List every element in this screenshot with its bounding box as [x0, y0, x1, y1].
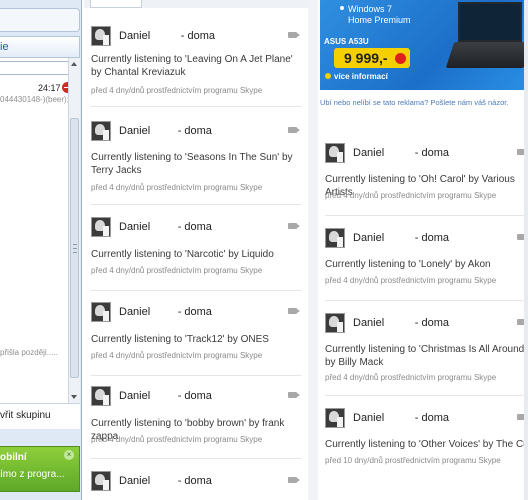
post-author[interactable]: Daniel - doma [353, 232, 449, 244]
profile-photo-icon[interactable] [325, 228, 345, 248]
post-meta: před 4 dny/dnů prostřednictvím programu … [325, 373, 497, 382]
sidebar-top-box[interactable] [0, 8, 80, 32]
post-divider [91, 375, 301, 376]
contact-search-input[interactable] [0, 61, 78, 75]
post-divider [91, 290, 301, 291]
feed-column-left: Daniel - doma Currently listening to 'Le… [84, 0, 308, 500]
video-camera-icon[interactable] [288, 308, 300, 314]
scroll-down-icon[interactable] [71, 395, 77, 399]
scroll-up-icon[interactable] [71, 62, 77, 66]
ad-feedback-link[interactable]: Ubí nebo nelíbí se tato reklama? Pošlete… [320, 98, 508, 107]
post-author[interactable]: Daniel - doma [353, 317, 449, 329]
page-scrollbar[interactable] [524, 0, 528, 500]
post-text: Currently listening to 'Lonely' by Akon [325, 259, 491, 270]
post-meta: před 4 dny/dnů prostřednictvím programu … [325, 276, 497, 285]
post-meta: před 10 dny/dnů prostřednictvím programu… [325, 456, 501, 465]
contact-list: 24:17 044430148-)(beer); přišla později.… [0, 58, 80, 403]
post-author[interactable]: Daniel - doma [119, 30, 215, 42]
post-divider [325, 395, 528, 396]
video-camera-icon[interactable] [288, 127, 300, 133]
profile-photo-icon[interactable] [91, 121, 111, 141]
post-meta: před 4 dny/dnů prostřednictvím programu … [91, 183, 263, 192]
late-message: přišla později..... [0, 348, 58, 357]
video-camera-icon[interactable] [288, 223, 300, 229]
ad-os-text: Windows 7 Home Premium [348, 4, 411, 26]
post-meta: před 4 dny/dnů prostřednictvím programu … [91, 351, 263, 360]
skype-sidebar: ie 24:17 044430148-)(beer); přišla pozdě… [0, 0, 82, 500]
close-icon[interactable]: × [64, 450, 74, 460]
post-divider [325, 300, 528, 301]
video-camera-icon[interactable] [288, 477, 300, 483]
post-meta: před 4 dny/dnů prostřednictvím programu … [91, 435, 263, 444]
post-divider [325, 215, 528, 216]
post-divider [91, 106, 301, 107]
profile-photo-icon[interactable] [325, 313, 345, 333]
profile-photo-icon[interactable] [91, 471, 111, 491]
post-author[interactable]: Daniel - doma [119, 390, 212, 402]
post-divider [91, 204, 301, 205]
mobile-promo-box[interactable]: obilní × ímo z progra... [0, 446, 80, 492]
post-divider [91, 458, 301, 459]
profile-photo-icon[interactable] [91, 302, 111, 322]
post-text: Currently listening to 'Seasons In The S… [91, 152, 293, 176]
ad-price-tag[interactable]: 9 999,- [334, 48, 410, 68]
ad-model: ASUS A53U [324, 37, 369, 46]
post-author[interactable]: Daniel - doma [119, 221, 212, 233]
profile-photo-icon[interactable] [325, 143, 345, 163]
profile-photo-icon[interactable] [91, 386, 111, 406]
laptop-advert[interactable]: Windows 7 Home Premium ASUS A53U 9 999,-… [320, 0, 528, 90]
laptop-screen [458, 2, 522, 42]
create-group-link[interactable]: vřit skupinu [0, 403, 80, 429]
sidebar-section-label: ie [0, 41, 9, 53]
post-author[interactable]: Daniel - doma [119, 125, 212, 137]
post-text: Currently listening to 'Leaving On A Jet… [91, 54, 293, 78]
chat-time: 24:17 [38, 83, 61, 93]
post-author[interactable]: Daniel - doma [353, 147, 449, 159]
post-text: Currently listening to 'Christmas Is All… [325, 344, 527, 368]
scroll-grip-icon [73, 244, 77, 253]
bullet-icon [340, 6, 344, 10]
profile-photo-icon[interactable] [325, 408, 345, 428]
post-text: Currently listening to 'Other Voices' by… [325, 439, 528, 450]
post-author[interactable]: Daniel - doma [353, 412, 449, 424]
promo-title: obilní [0, 452, 27, 463]
post-meta: před 4 dny/dnů prostřednictvím programu … [91, 86, 263, 95]
post-text: Currently listening to 'Narcotic' by Liq… [91, 249, 274, 260]
video-camera-icon[interactable] [288, 392, 300, 398]
create-group-label: vřit skupinu [0, 410, 51, 421]
sidebar-section-header[interactable]: ie [0, 36, 80, 58]
column-divider [308, 0, 318, 500]
ad-price: 9 999,- [344, 50, 388, 66]
scrollbar-thumb[interactable] [70, 118, 79, 378]
laptop-keyboard [445, 42, 528, 68]
chat-preview: 044430148-)(beer); [0, 95, 69, 104]
sidebar-scrollbar[interactable] [68, 58, 80, 403]
feed-tab[interactable] [90, 0, 142, 8]
feed-tabbar [84, 0, 308, 8]
laptop-image [445, 2, 528, 68]
profile-photo-icon[interactable] [91, 26, 111, 46]
profile-photo-icon[interactable] [91, 217, 111, 237]
ad-os-line1: Windows 7 [348, 4, 393, 14]
promo-text: ímo z progra... [0, 469, 65, 480]
price-badge-icon [395, 53, 406, 64]
post-author[interactable]: Daniel - doma [119, 475, 212, 487]
feed-column-right: Windows 7 Home Premium ASUS A53U 9 999,-… [318, 0, 528, 500]
more-info-icon [325, 73, 331, 79]
video-camera-icon[interactable] [288, 32, 300, 38]
post-author[interactable]: Daniel - doma [119, 306, 212, 318]
post-meta: před 4 dny/dnů prostřednictvím programu … [91, 266, 263, 275]
ad-more-link[interactable]: více informací [334, 72, 388, 81]
post-text: Currently listening to 'Track12' by ONES [91, 334, 269, 345]
post-meta: před 4 dny/dnů prostřednictvím programu … [325, 191, 497, 200]
ad-os-line2: Home Premium [348, 15, 411, 25]
